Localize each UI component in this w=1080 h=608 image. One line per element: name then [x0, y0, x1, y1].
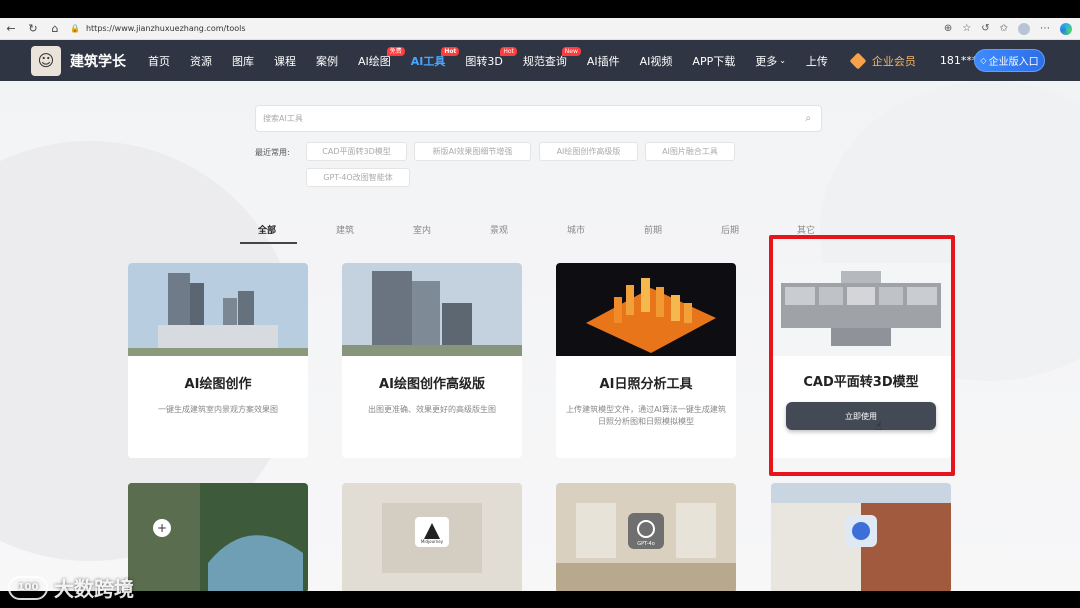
site-navbar: ☺ 建筑学长 首页 资源 图库 课程 案例 AI绘图 免费 AI工具 Hot 图转3… [0, 40, 1080, 81]
card-title: AI绘图创作高级版 [379, 377, 485, 392]
tool-card-ai-drawing[interactable]: AI绘图创作 一键生成建筑室内景观方案效果图 [128, 263, 308, 458]
tab-all[interactable]: 全部 [258, 223, 276, 236]
tool-card-midjourney[interactable]: Midjourney [342, 483, 522, 591]
diamond-icon [849, 52, 867, 69]
refresh-icon[interactable]: ↻ [26, 22, 40, 36]
tool-card-render[interactable] [771, 483, 951, 591]
site-logo[interactable]: ☺ [31, 45, 61, 76]
browser-toolbar: ← ↻ ⌂ 🔒 https://www.jianzhuxuezhang.com/… [0, 18, 1080, 40]
card-image [771, 483, 951, 591]
search-icon[interactable]: ⌕ [805, 113, 811, 124]
url-text: https://www.jianzhuxuezhang.com/tools [85, 24, 246, 33]
favorites-icon[interactable]: ✩ [1000, 23, 1008, 34]
recent-chip[interactable]: 新版AI效果图细节增强 [414, 142, 531, 161]
recent-chip[interactable]: CAD平面转3D模型 [306, 142, 407, 161]
tab-preliminary[interactable]: 前期 [644, 223, 662, 236]
card-image [128, 263, 308, 356]
address-bar[interactable]: 🔒 https://www.jianzhuxuezhang.com/tools [70, 21, 944, 37]
tab-post[interactable]: 后期 [721, 223, 739, 236]
tab-architecture[interactable]: 建筑 [336, 223, 354, 236]
nav-ai-plugin[interactable]: AI插件 [577, 40, 630, 81]
chevron-down-icon: ⌄ [779, 56, 786, 65]
enterprise-member-link[interactable]: 企业会员 [849, 52, 916, 69]
home-icon[interactable]: ⌂ [48, 22, 62, 36]
nav-more[interactable]: 更多 ⌄ [745, 40, 796, 81]
active-tab-underline [240, 242, 297, 244]
recent-chip[interactable]: AI图片融合工具 [645, 142, 735, 161]
nav-ai-drawing[interactable]: AI绘图 免费 [348, 40, 405, 81]
tool-card-sunlight-analysis[interactable]: AI日照分析工具 上传建筑模型文件，通过AI算法一键生成建筑日照分析图和日照模拟… [556, 263, 736, 458]
nav-courses[interactable]: 课程 [264, 40, 306, 81]
nav-home[interactable]: 首页 [138, 40, 180, 81]
card-image [342, 483, 522, 591]
nav-ai-tools[interactable]: AI工具 Hot [401, 40, 460, 81]
nav-upload[interactable]: 上传 [796, 40, 838, 81]
card-image [556, 483, 736, 591]
more-icon[interactable]: ⋯ [1040, 23, 1050, 34]
tool-card-gpt4o[interactable]: GPT-4o [556, 483, 736, 591]
nav-app-download[interactable]: APP下载 [682, 40, 745, 81]
lock-icon: 🔒 [70, 24, 80, 33]
recent-label: 最近常用: [255, 148, 290, 157]
extension-icon[interactable]: ↺ [981, 23, 989, 34]
main-menu: 首页 资源 图库 课程 案例 AI绘图 免费 AI工具 Hot 图转3D Hot 规范… [138, 40, 838, 81]
tab-interior[interactable]: 室内 [413, 223, 431, 236]
recent-chip[interactable]: GPT-4O改图智能体 [306, 168, 410, 187]
card-image [342, 263, 522, 356]
tools-page: 搜索AI工具 ⌕ 最近常用: CAD平面转3D模型 新版AI效果图细节增强 AI… [0, 81, 1080, 591]
nav-ai-video[interactable]: AI视频 [630, 40, 683, 81]
back-icon[interactable]: ← [4, 22, 18, 36]
nav-gallery[interactable]: 图库 [222, 40, 264, 81]
highlight-box [769, 235, 955, 476]
profile-avatar[interactable] [1018, 22, 1030, 35]
card-description: 上传建筑模型文件，通过AI算法一键生成建筑日照分析图和日照模拟模型 [566, 405, 726, 426]
card-description: 一键生成建筑室内景观方案效果图 [158, 405, 278, 414]
card-image: + [128, 483, 308, 591]
edge-copilot-icon[interactable] [1060, 22, 1072, 35]
tab-landscape[interactable]: 景观 [490, 223, 508, 236]
card-title: AI日照分析工具 [599, 377, 693, 392]
category-tabs: 全部 建筑 室内 景观 城市 前期 后期 其它 [240, 216, 850, 244]
video-bottom-bar [0, 591, 1080, 608]
diamond-small-icon: ◇ [980, 56, 987, 65]
tool-card-landscape[interactable]: + [128, 483, 308, 591]
tab-urban[interactable]: 城市 [567, 223, 585, 236]
card-title: AI绘图创作 [184, 377, 252, 392]
tool-card-ai-drawing-advanced[interactable]: AI绘图创作高级版 出图更准确、效果更好的高级版生图 [342, 263, 522, 458]
zoom-icon[interactable]: ⊕ [944, 23, 952, 34]
nav-cases[interactable]: 案例 [306, 40, 348, 81]
favorite-star-icon[interactable]: ☆ [962, 23, 971, 34]
nav-resources[interactable]: 资源 [180, 40, 222, 81]
watermark-logo-icon: 100 [8, 575, 48, 600]
nav-image-to-3d[interactable]: 图转3D Hot [455, 40, 517, 81]
card-description: 出图更准确、效果更好的高级版生图 [368, 405, 496, 414]
watermark: 100 大数跨境 [8, 573, 134, 602]
enterprise-entry-button[interactable]: ◇ 企业版入口 [974, 49, 1045, 72]
card-logo-label: GPT-4o [637, 541, 655, 547]
nav-code-lookup[interactable]: 规范查询 New [513, 40, 581, 81]
card-image [556, 263, 736, 356]
video-top-bar [0, 0, 1080, 18]
svg-text:+: + [157, 521, 167, 535]
recent-chip[interactable]: AI绘图创作高级版 [539, 142, 638, 161]
site-brand[interactable]: 建筑学长 [70, 51, 126, 71]
card-logo-label: Midjourney [420, 539, 444, 544]
search-input[interactable]: 搜索AI工具 ⌕ [255, 105, 822, 132]
